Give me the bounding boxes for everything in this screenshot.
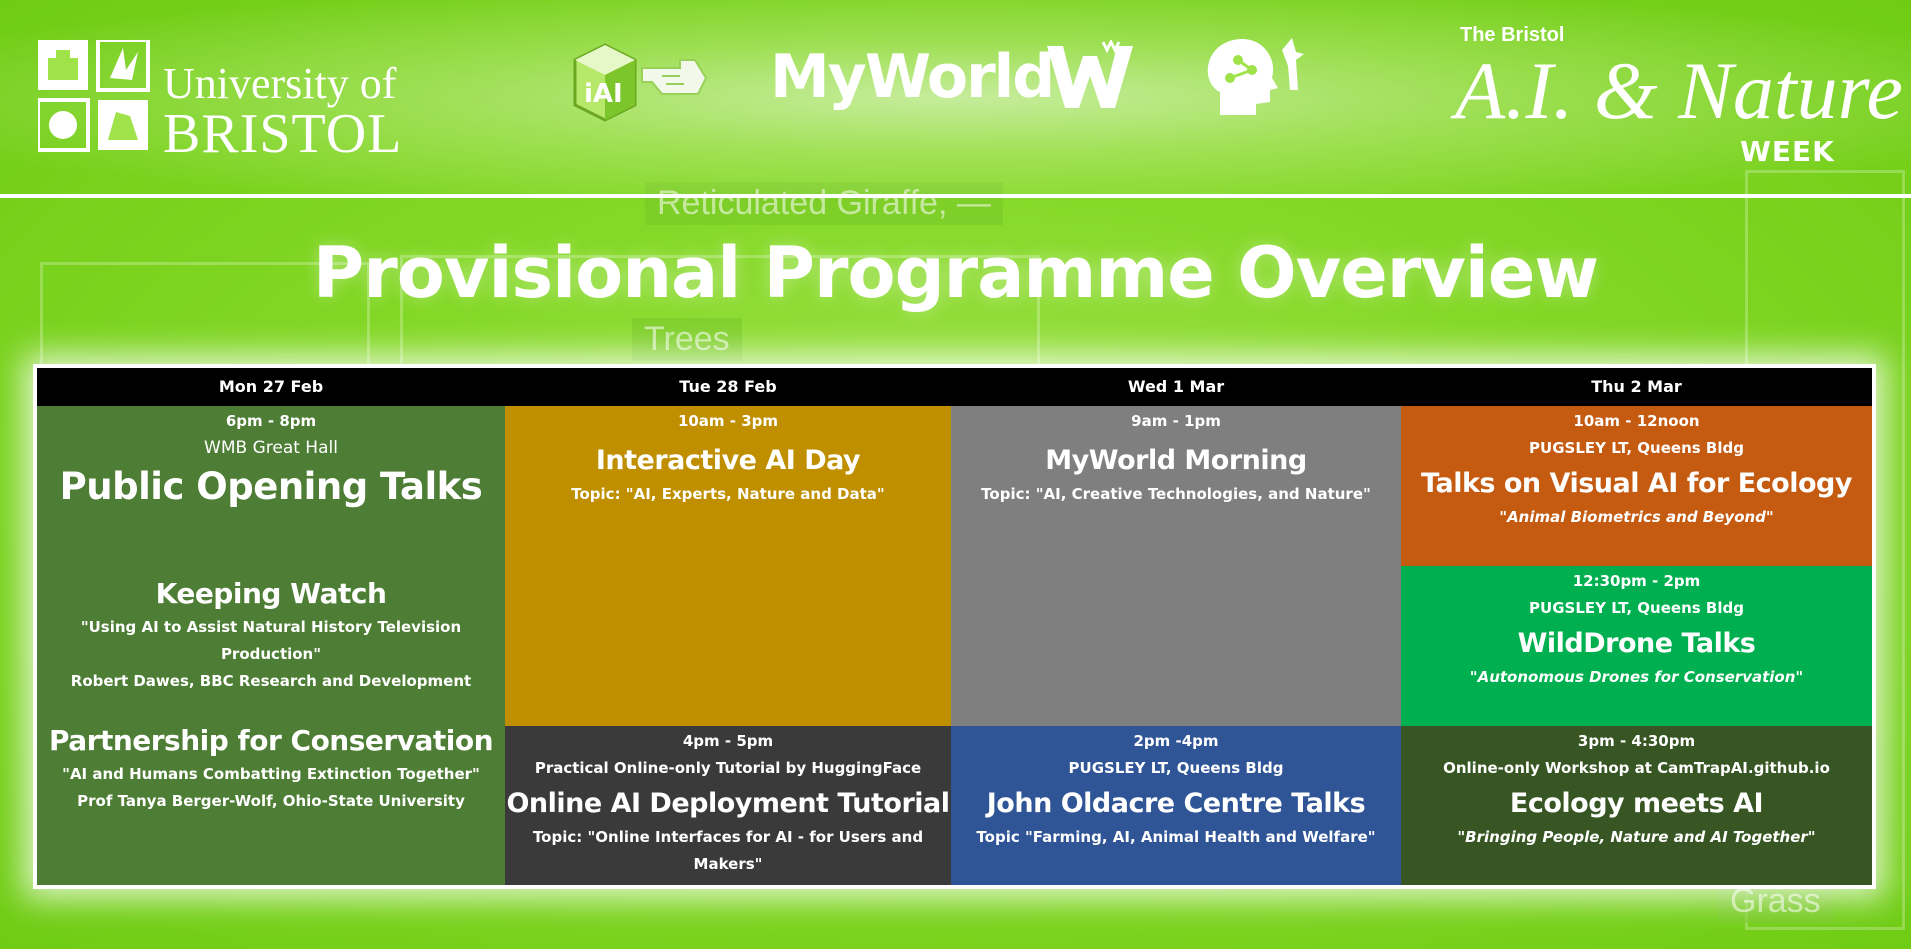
session-wed-pm: 2pm -4pm PUGSLEY LT, Queens Bldg John Ol…	[951, 726, 1401, 885]
programme-table: Mon 27 Feb Tue 28 Feb Wed 1 Mar Thu 2 Ma…	[37, 368, 1872, 885]
session-location: Practical Online-only Tutorial by Huggin…	[534, 759, 922, 777]
session-location: Online-only Workshop at CamTrapAI.github…	[1443, 759, 1830, 777]
session-time: 4pm - 5pm	[682, 732, 774, 750]
talk-title: Keeping Watch	[155, 577, 387, 610]
wildlife-w-icon	[1047, 38, 1133, 108]
session-topic: Topic "Farming, AI, Animal Health and We…	[976, 828, 1376, 846]
session-time: 3pm - 4:30pm	[1577, 732, 1696, 750]
talk-speaker: Prof Tanya Berger-Wolf, Ohio-State Unive…	[77, 792, 465, 810]
talk-quote: "AI and Humans Combatting Extinction Tog…	[62, 765, 480, 783]
session-thu-pm: 3pm - 4:30pm Online-only Workshop at Cam…	[1401, 726, 1872, 885]
session-title: John Oldacre Centre Talks	[986, 788, 1366, 819]
event-logo-title: A.I. & Nature	[1455, 45, 1903, 136]
header-divider	[0, 194, 1911, 198]
uob-crest-icon	[38, 40, 150, 152]
session-location: PUGSLEY LT, Queens Bldg	[1068, 759, 1284, 777]
university-name-line2: BRISTOL	[163, 103, 403, 165]
ai-head-logo	[1200, 30, 1310, 120]
talk-speaker: Robert Dawes, BBC Research and Developme…	[70, 672, 472, 690]
event-logo-week: WEEK	[1740, 135, 1835, 168]
background-label: Trees	[632, 318, 742, 361]
session-time: 9am - 1pm	[1131, 412, 1221, 430]
session-title: MyWorld Morning	[1045, 445, 1307, 476]
session-title: Interactive AI Day	[595, 445, 861, 476]
session-subtitle: "Autonomous Drones for Conservation"	[1469, 668, 1804, 686]
session-topic: Topic: "AI, Experts, Nature and Data"	[571, 485, 885, 503]
session-title: Online AI Deployment Tutorial	[506, 788, 950, 819]
myworld-logo: MyWorld	[770, 42, 1055, 112]
session-subtitle: "Animal Biometrics and Beyond"	[1499, 508, 1774, 526]
svg-text:iAI: iAI	[584, 79, 623, 109]
session-time: 10am - 3pm	[677, 412, 779, 430]
day-header-tue: Tue 28 Feb	[505, 368, 951, 406]
session-mon: 6pm - 8pm WMB Great Hall Public Opening …	[37, 406, 505, 885]
session-tue-am: 10am - 3pm Interactive AI Day Topic: "AI…	[505, 406, 951, 726]
event-logo-prefix: The Bristol	[1460, 24, 1565, 46]
session-time: 10am - 12noon	[1573, 412, 1700, 430]
session-time: 6pm - 8pm	[225, 412, 317, 430]
background-label: Grass	[1718, 880, 1833, 923]
university-logo: University of BRISTOL	[38, 40, 428, 165]
ai-head-icon	[1207, 38, 1304, 115]
session-time: 2pm -4pm	[1133, 732, 1219, 750]
session-wed-am: 9am - 1pm MyWorld Morning Topic: "AI, Cr…	[951, 406, 1401, 726]
page-title: Provisional Programme Overview	[312, 232, 1599, 314]
day-header-thu: Thu 2 Mar	[1401, 368, 1872, 406]
day-header-wed: Wed 1 Mar	[951, 368, 1401, 406]
session-tue-pm: 4pm - 5pm Practical Online-only Tutorial…	[505, 726, 951, 885]
header: University of BRISTOL iAI MyWorld The Br…	[0, 0, 1911, 195]
session-location: PUGSLEY LT, Queens Bldg	[1529, 599, 1744, 617]
day-header-mon: Mon 27 Feb	[37, 368, 505, 406]
session-thu-am: 10am - 12noon PUGSLEY LT, Queens Bldg Ta…	[1401, 406, 1872, 566]
session-title: Talks on Visual AI for Ecology	[1421, 468, 1852, 499]
session-topic: Topic: "AI, Creative Technologies, and N…	[981, 485, 1371, 503]
pointing-hand-icon	[641, 59, 708, 95]
session-time: 12:30pm - 2pm	[1572, 572, 1701, 590]
session-title: WildDrone Talks	[1517, 628, 1756, 659]
session-title: Public Opening Talks	[59, 465, 483, 508]
session-title: Ecology meets AI	[1509, 788, 1764, 819]
wildlife-logo	[1045, 38, 1135, 112]
session-subtitle: "Bringing People, Nature and AI Together…	[1457, 828, 1816, 846]
session-topic: Topic: "Online Interfaces for AI - for U…	[532, 828, 924, 873]
iai-logo: iAI	[570, 40, 715, 125]
talk-title: Partnership for Conservation	[48, 724, 494, 757]
session-location: PUGSLEY LT, Queens Bldg	[1529, 439, 1744, 457]
session-thu-mid: 12:30pm - 2pm PUGSLEY LT, Queens Bldg Wi…	[1401, 566, 1872, 726]
session-location: WMB Great Hall	[204, 438, 338, 458]
talk-quote: "Using AI to Assist Natural History Tele…	[80, 618, 462, 663]
